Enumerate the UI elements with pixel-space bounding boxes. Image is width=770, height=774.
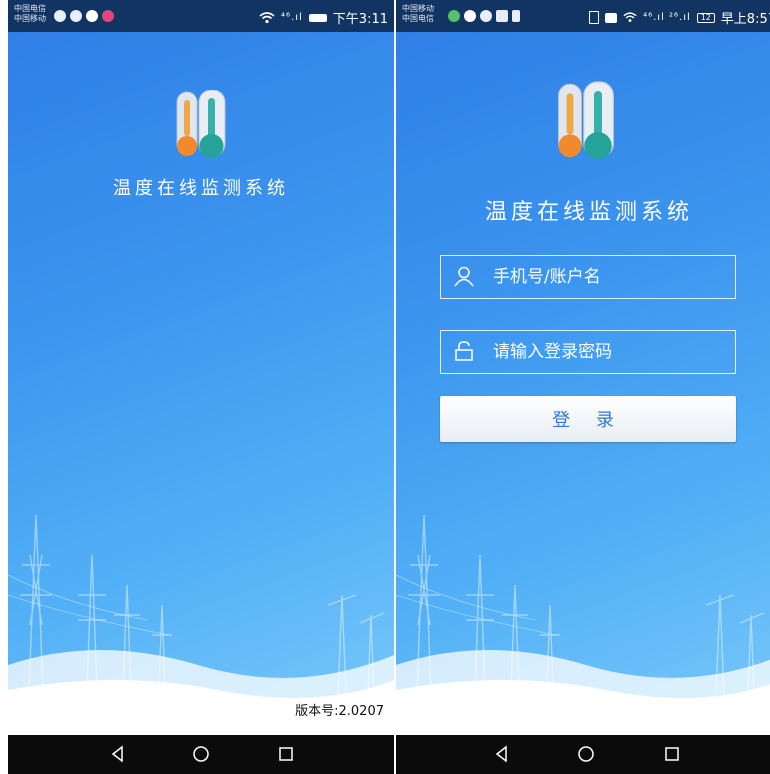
- battery-icon: [308, 13, 327, 22]
- notification-icons: [54, 10, 114, 22]
- wifi-icon: [623, 12, 637, 22]
- thermometer-logo-icon: [558, 81, 614, 160]
- power-line-scenery: [396, 514, 770, 735]
- mail-icon: [496, 10, 508, 22]
- notification-icon: [70, 10, 82, 22]
- version-label: 版本号:2.0207: [295, 704, 384, 719]
- system-nav-bar: [8, 735, 394, 774]
- login-background: 温度在线监测系统 登 录: [396, 32, 770, 735]
- login-screen: 中国移动 中国电信 ⁴⁶.ıl ²⁶.ıl 12 早上8:57: [396, 0, 770, 774]
- status-right: ⁴⁶.ıl ²⁶.ıl 12 早上8:57: [589, 8, 770, 27]
- splash-background: 温度在线监测系统 版本号:2.0207: [8, 32, 394, 735]
- thermometer-logo-icon: [176, 90, 226, 158]
- back-icon[interactable]: [492, 744, 512, 764]
- password-field[interactable]: [440, 330, 736, 374]
- notification-icons: [448, 10, 520, 22]
- splash-screen: 中国电信 中国移动 ⁴⁶.ıl 下午3:11 温度在线监测系统 版本号:2.02…: [8, 0, 394, 774]
- message-icon: [464, 10, 476, 22]
- battery-icon: 12: [696, 12, 715, 23]
- recent-apps-icon[interactable]: [662, 744, 682, 764]
- carrier-1: 中国电信: [14, 4, 46, 13]
- message-icon: [86, 10, 98, 22]
- carrier-2: 中国电信: [402, 14, 434, 23]
- app-notification-icon: [512, 10, 520, 22]
- clock: 下午3:11: [332, 12, 388, 27]
- app-title: 温度在线监测系统: [113, 178, 289, 199]
- power-line-scenery: [8, 514, 394, 735]
- user-icon: [454, 266, 474, 287]
- recent-apps-icon[interactable]: [276, 744, 296, 764]
- password-input[interactable]: [491, 331, 725, 373]
- clock: 早上8:57: [720, 12, 770, 27]
- login-button[interactable]: 登 录: [440, 396, 736, 442]
- carrier-2: 中国移动: [14, 14, 46, 23]
- carrier-1: 中国移动: [402, 4, 434, 13]
- wifi-icon: [259, 11, 275, 23]
- carrier-labels: 中国移动 中国电信: [402, 4, 434, 24]
- status-bar: 中国电信 中国移动 ⁴⁶.ıl 下午3:11: [8, 0, 394, 32]
- status-bar: 中国移动 中国电信 ⁴⁶.ıl ²⁶.ıl 12 早上8:57: [396, 0, 770, 32]
- signal-indicator: ⁴⁶.ıl ²⁶.ıl: [643, 12, 691, 23]
- app-title: 温度在线监测系统: [484, 200, 693, 225]
- hd-icon: [605, 12, 618, 23]
- username-input[interactable]: [491, 256, 725, 298]
- carrier-labels: 中国电信 中国移动: [14, 4, 46, 24]
- app-notification-icon: [480, 10, 492, 22]
- system-nav-bar: [396, 735, 770, 774]
- app-notification-icon: [102, 10, 114, 22]
- vibrate-icon: [589, 11, 600, 24]
- signal-indicator: ⁴⁶.ıl: [281, 12, 303, 23]
- notification-icon: [54, 10, 66, 22]
- app-notification-icon: [448, 10, 460, 22]
- username-field[interactable]: [440, 255, 736, 299]
- back-icon[interactable]: [108, 744, 128, 764]
- home-icon[interactable]: [576, 744, 596, 764]
- home-icon[interactable]: [191, 744, 211, 764]
- status-right: ⁴⁶.ıl 下午3:11: [259, 8, 388, 27]
- lock-icon: [455, 341, 473, 361]
